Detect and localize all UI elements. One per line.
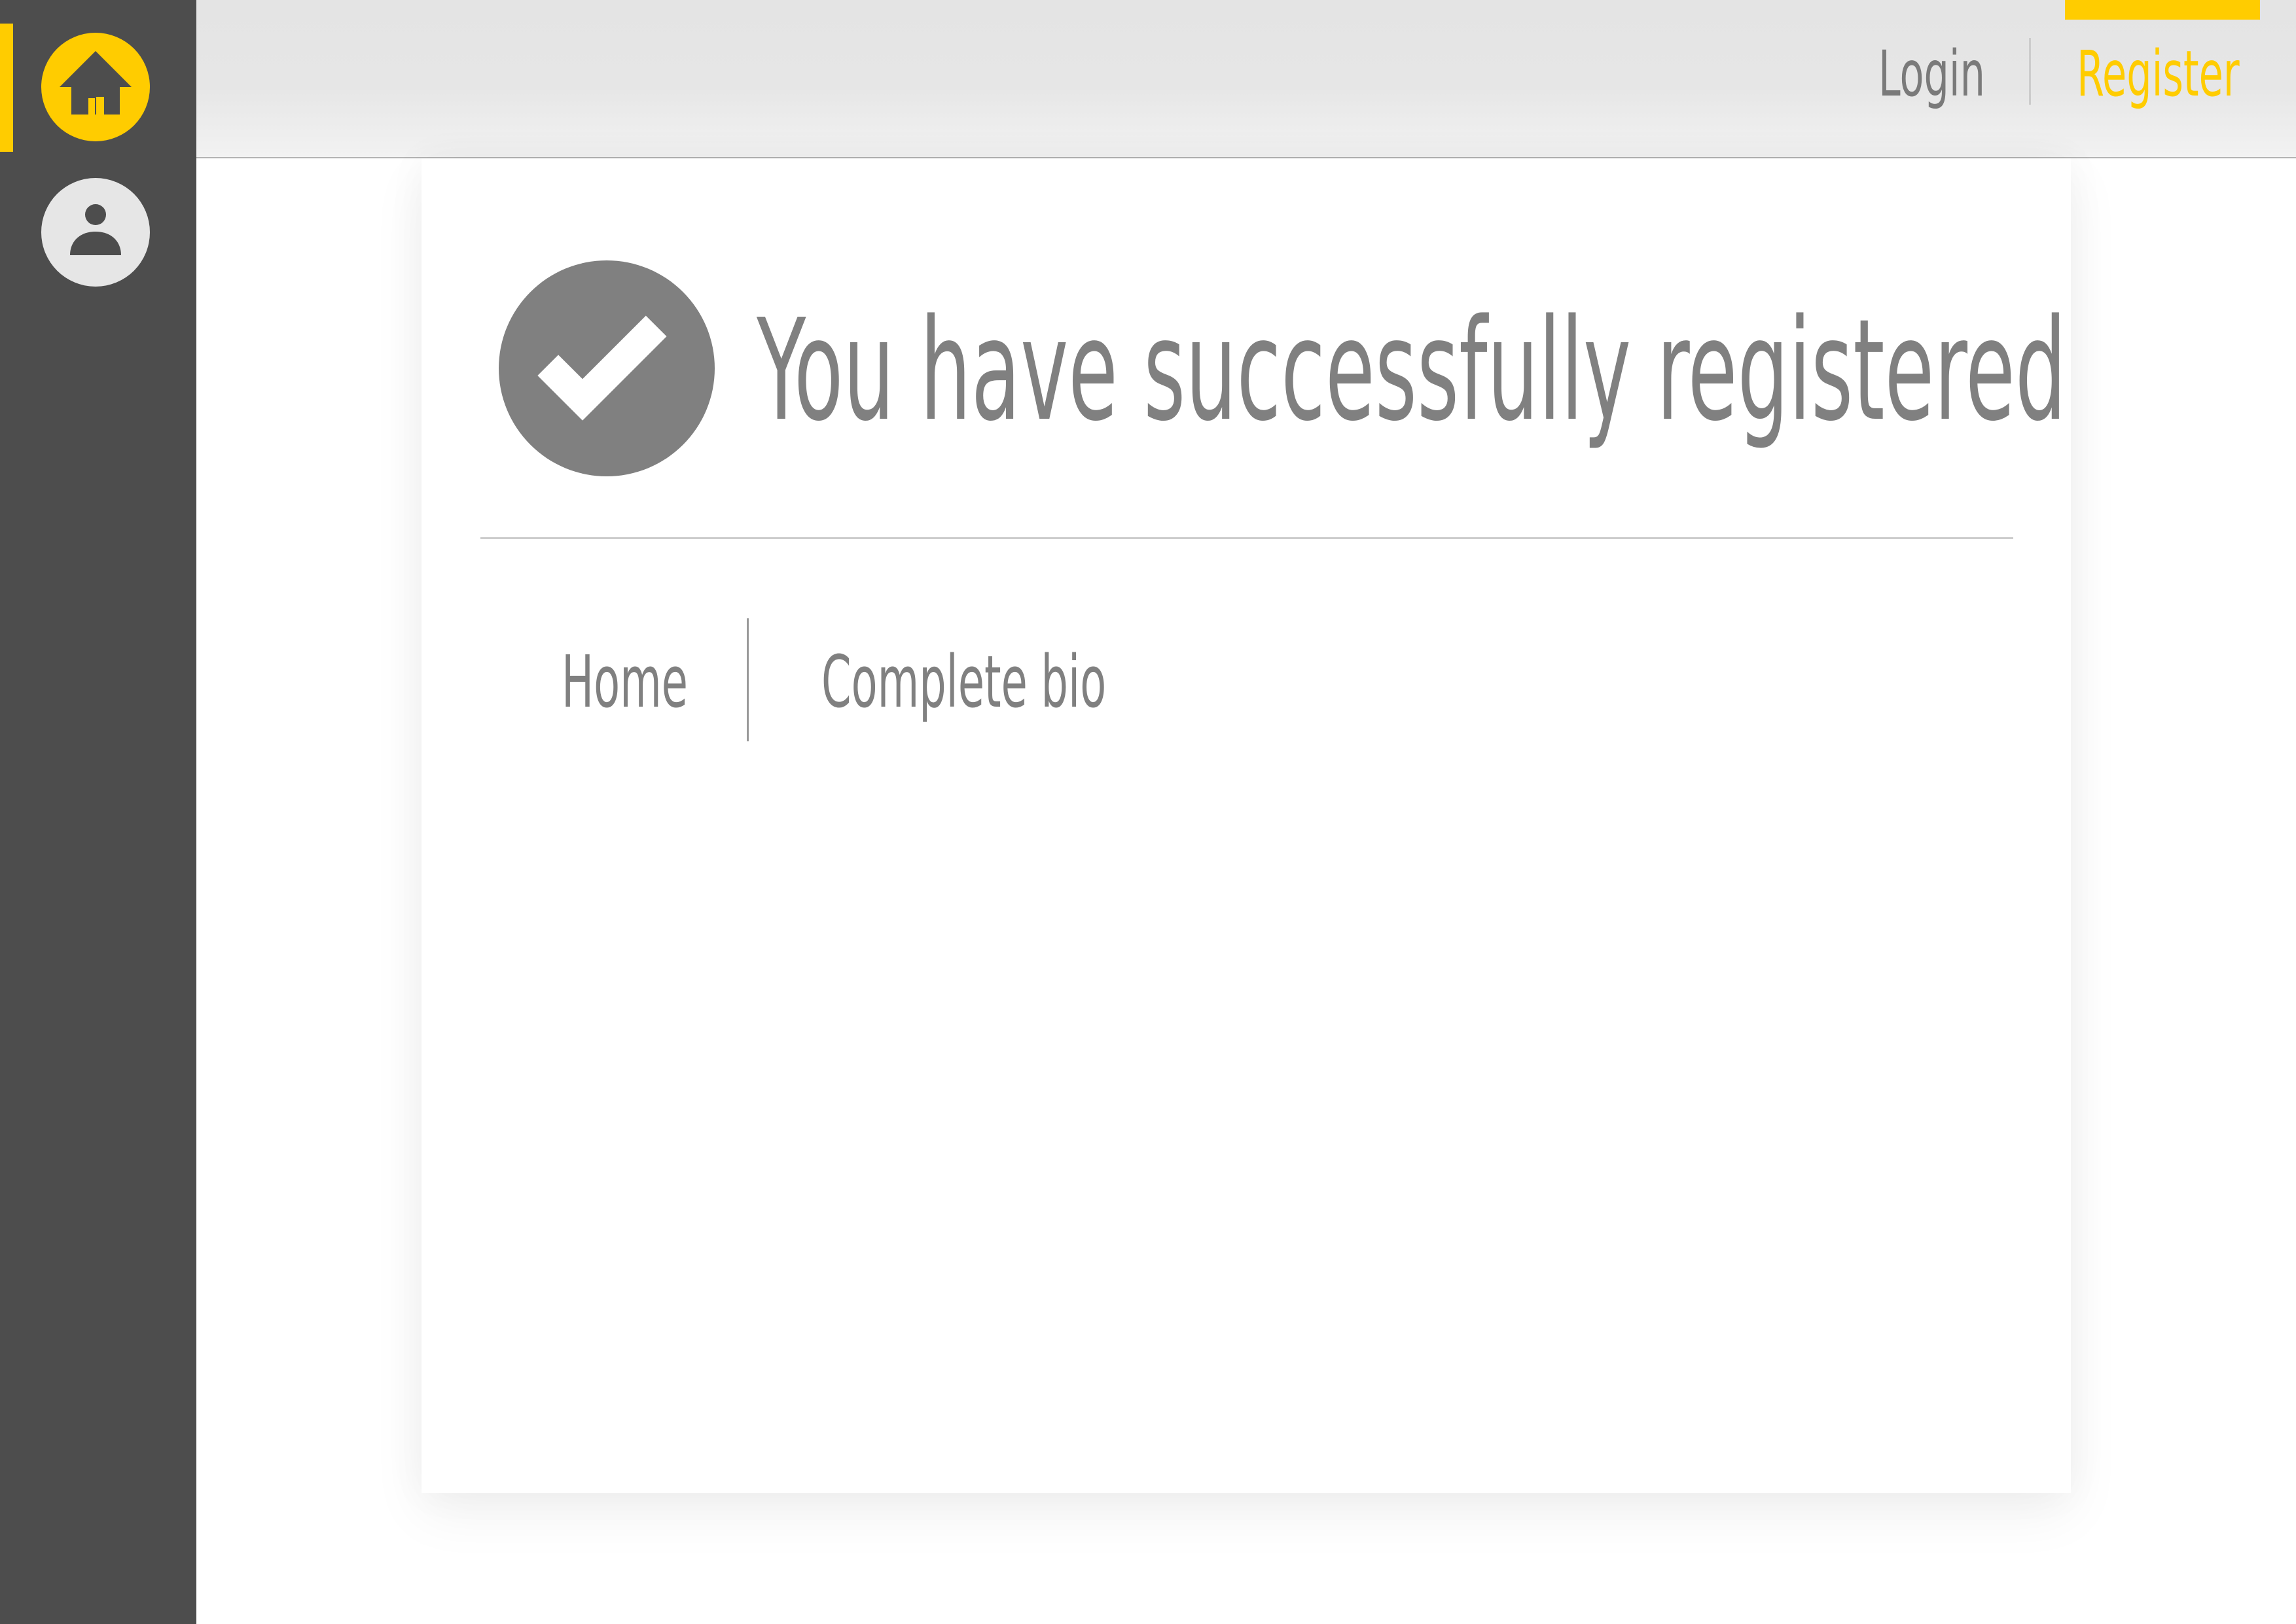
top-nav-divider <box>2029 38 2031 105</box>
sidebar-active-indicator <box>0 24 13 152</box>
login-link[interactable]: Login <box>1878 38 1985 110</box>
confirmation-card: You have successfully registered Home Co… <box>422 158 2071 1493</box>
complete-bio-link[interactable]: Complete bio <box>821 641 1106 722</box>
sidebar-home-button[interactable] <box>41 33 150 141</box>
register-link[interactable]: Register <box>2077 38 2240 110</box>
section-divider <box>480 537 2013 539</box>
success-message: You have successfully registered <box>757 289 2067 452</box>
home-icon <box>60 51 132 115</box>
register-active-indicator <box>2065 0 2260 20</box>
link-divider <box>747 618 749 741</box>
success-badge <box>499 260 715 476</box>
sidebar <box>0 0 196 1624</box>
checkmark-icon <box>537 315 667 421</box>
sidebar-profile-button[interactable] <box>41 178 150 287</box>
user-icon <box>70 204 121 255</box>
home-link[interactable]: Home <box>562 641 688 722</box>
app-window: Login Register You have successfully reg… <box>0 0 2296 1624</box>
top-bar: Login Register <box>196 0 2296 158</box>
